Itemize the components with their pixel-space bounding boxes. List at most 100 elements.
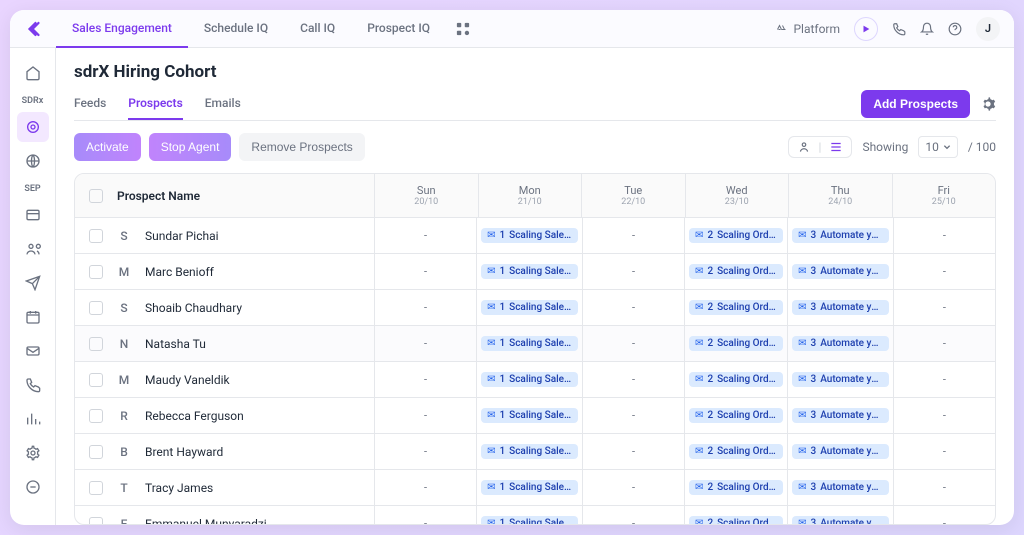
sequence-chip[interactable]: ✉3Automate you... — [792, 264, 889, 279]
sidebar-send-icon[interactable] — [17, 268, 49, 298]
sequence-chip[interactable]: ✉1Scaling Sales ... — [481, 480, 578, 495]
sidebar-mail-icon[interactable] — [17, 336, 49, 366]
row-checkbox[interactable] — [89, 337, 103, 351]
sequence-chip[interactable]: ✉1Scaling Sales ... — [481, 228, 578, 243]
view-toggle[interactable]: | — [788, 136, 853, 158]
cell-wed: ✉2Scaling Order... — [685, 470, 788, 505]
sequence-chip[interactable]: ✉1Scaling Sales ... — [481, 516, 578, 524]
row-checkbox[interactable] — [89, 301, 103, 315]
sequence-chip[interactable]: ✉2Scaling Order... — [689, 228, 783, 243]
prospect-name[interactable]: Emmanuel Munyaradzi — [145, 517, 267, 525]
sidebar-users-icon[interactable] — [17, 234, 49, 264]
sidebar-home-icon[interactable] — [17, 58, 49, 88]
sequence-chip[interactable]: ✉2Scaling Order... — [689, 444, 783, 459]
cell-wed: ✉2Scaling Order... — [685, 254, 788, 289]
prospect-name[interactable]: Shoaib Chaudhary — [145, 301, 242, 315]
row-checkbox[interactable] — [89, 445, 103, 459]
cell-mon: ✉1Scaling Sales ... — [477, 218, 583, 253]
sequence-chip[interactable]: ✉3Automate you... — [792, 408, 889, 423]
sidebar-inbox-icon[interactable] — [17, 200, 49, 230]
row-initial: T — [115, 481, 133, 495]
remove-prospects-button[interactable]: Remove Prospects — [239, 133, 364, 161]
prospect-name[interactable]: Tracy James — [145, 481, 213, 495]
sequence-chip[interactable]: ✉1Scaling Sales ... — [481, 444, 578, 459]
cell-mon: ✉1Scaling Sales ... — [477, 506, 583, 524]
sequence-chip[interactable]: ✉2Scaling Order... — [689, 408, 783, 423]
settings-gear-icon[interactable] — [980, 96, 996, 112]
prospect-name[interactable]: Rebecca Ferguson — [145, 409, 244, 423]
sidebar-settings-icon[interactable] — [17, 438, 49, 468]
topnav-tab-call-iq[interactable]: Call IQ — [284, 10, 351, 48]
list-view-icon — [829, 140, 843, 154]
subtab-prospects[interactable]: Prospects — [128, 88, 182, 120]
sidebar-calendar-icon[interactable] — [17, 302, 49, 332]
subtab-emails[interactable]: Emails — [205, 88, 241, 120]
prospect-name[interactable]: Maudy Vaneldik — [145, 373, 230, 387]
phone-icon[interactable] — [892, 22, 906, 36]
cell-tue: - — [583, 254, 685, 289]
table-row: MMarc Benioff-✉1Scaling Sales ...-✉2Scal… — [75, 254, 995, 290]
sequence-chip[interactable]: ✉3Automate you... — [792, 372, 889, 387]
sequence-chip[interactable]: ✉1Scaling Sales ... — [481, 336, 578, 351]
topnav-tab-prospect-iq[interactable]: Prospect IQ — [351, 10, 446, 48]
prospect-name[interactable]: Marc Benioff — [145, 265, 214, 279]
sequence-chip[interactable]: ✉3Automate you... — [792, 300, 889, 315]
cell-sun: - — [375, 254, 477, 289]
cell-mon: ✉1Scaling Sales ... — [477, 362, 583, 397]
bell-icon[interactable] — [920, 22, 934, 36]
sequence-chip[interactable]: ✉1Scaling Sales ... — [481, 372, 578, 387]
row-checkbox[interactable] — [89, 481, 103, 495]
sequence-chip[interactable]: ✉3Automate you... — [792, 516, 889, 524]
sidebar-chart-icon[interactable] — [17, 404, 49, 434]
row-checkbox[interactable] — [89, 409, 103, 423]
topnav-tab-sales-engagement[interactable]: Sales Engagement — [56, 10, 188, 48]
sidebar-minus-icon[interactable] — [17, 472, 49, 502]
sidebar-target-icon[interactable] — [17, 112, 49, 142]
sequence-chip[interactable]: ✉2Scaling Order... — [689, 480, 783, 495]
prospect-name[interactable]: Natasha Tu — [145, 337, 206, 351]
sequence-chip[interactable]: ✉1Scaling Sales ... — [481, 264, 578, 279]
page-title: sdrX Hiring Cohort — [74, 62, 996, 82]
sequence-chip[interactable]: ✉2Scaling Order... — [689, 516, 783, 524]
showing-select[interactable]: 10 — [918, 136, 958, 158]
sequence-chip[interactable]: ✉3Automate you... — [792, 228, 889, 243]
subtab-feeds[interactable]: Feeds — [74, 88, 106, 120]
day-header-sun: Sun20/10 — [375, 174, 479, 217]
row-checkbox[interactable] — [89, 229, 103, 243]
sequence-chip[interactable]: ✉2Scaling Order... — [689, 264, 783, 279]
sequence-chip[interactable]: ✉2Scaling Order... — [689, 336, 783, 351]
cell-tue: - — [583, 506, 685, 524]
play-icon[interactable] — [854, 17, 878, 41]
stop-agent-button[interactable]: Stop Agent — [149, 133, 232, 161]
row-checkbox[interactable] — [89, 265, 103, 279]
help-icon[interactable] — [948, 22, 962, 36]
activate-button[interactable]: Activate — [74, 133, 141, 161]
cell-sun: - — [375, 326, 477, 361]
topnav-tab-schedule-iq[interactable]: Schedule IQ — [188, 10, 284, 48]
prospect-name[interactable]: Brent Hayward — [145, 445, 223, 459]
add-prospects-button[interactable]: Add Prospects — [861, 90, 970, 118]
sequence-chip[interactable]: ✉3Automate you... — [792, 336, 889, 351]
row-initial: M — [115, 373, 133, 387]
sequence-chip[interactable]: ✉1Scaling Sales ... — [481, 408, 578, 423]
app-logo[interactable] — [24, 19, 44, 39]
platform-button[interactable]: Platform — [775, 22, 840, 36]
row-checkbox[interactable] — [89, 517, 103, 525]
sidebar-phone-icon[interactable] — [17, 370, 49, 400]
sidebar-globe-icon[interactable] — [17, 146, 49, 176]
sequence-chip[interactable]: ✉1Scaling Sales ... — [481, 300, 578, 315]
sequence-chip[interactable]: ✉2Scaling Order... — [689, 372, 783, 387]
table-body: SSundar Pichai-✉1Scaling Sales ...-✉2Sca… — [75, 218, 995, 524]
cell-mon: ✉1Scaling Sales ... — [477, 470, 583, 505]
select-all-checkbox[interactable] — [89, 189, 103, 203]
sequence-chip[interactable]: ✉3Automate you... — [792, 444, 889, 459]
prospect-name[interactable]: Sundar Pichai — [145, 229, 219, 243]
row-checkbox[interactable] — [89, 373, 103, 387]
table-row: SSundar Pichai-✉1Scaling Sales ...-✉2Sca… — [75, 218, 995, 254]
sidebar-group-sep: SEP — [24, 184, 40, 194]
cell-sun: - — [375, 218, 477, 253]
user-avatar[interactable]: J — [976, 17, 1000, 41]
apps-icon[interactable] — [456, 22, 470, 36]
sequence-chip[interactable]: ✉2Scaling Order... — [689, 300, 783, 315]
sequence-chip[interactable]: ✉3Automate you... — [792, 480, 889, 495]
